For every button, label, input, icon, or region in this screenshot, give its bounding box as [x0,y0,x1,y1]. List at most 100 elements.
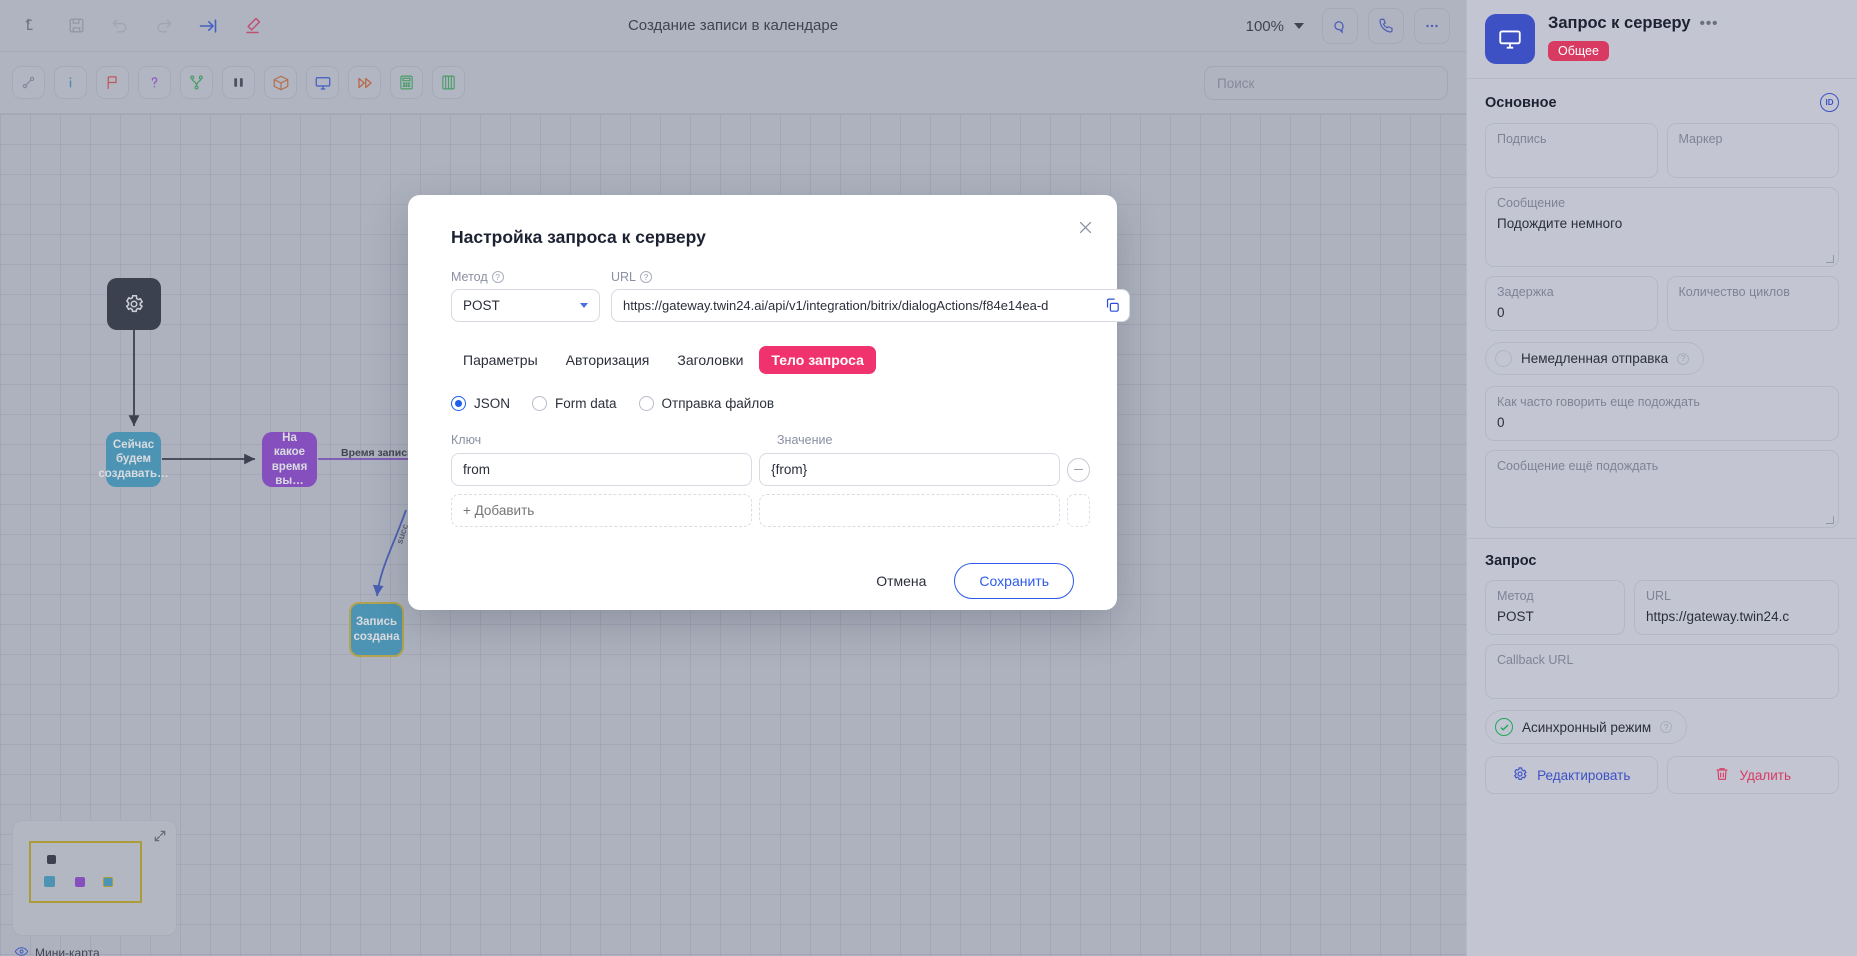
immediate-send-toggle[interactable]: Немедленная отправка ? [1485,342,1705,375]
pause-icon[interactable] [222,66,255,99]
radio-dot-icon [638,396,654,411]
top-toolbar-right: 100% [1246,0,1450,52]
eraser-icon[interactable] [238,12,266,40]
node-blue-2[interactable]: Запись создана [349,602,404,657]
help-icon[interactable]: ? [1677,352,1690,365]
flag-icon[interactable] [96,66,129,99]
calculator-icon[interactable] [390,66,423,99]
radio-file-upload[interactable]: Отправка файлов [638,396,774,411]
gear-icon [1512,766,1528,785]
tab-request-body[interactable]: Тело запроса [759,346,876,374]
minimap-toggle[interactable]: Мини-карта [14,944,100,956]
info-icon[interactable] [54,66,87,99]
node-blue-1[interactable]: Сейчас будем создавать… [98,432,169,487]
radio-json[interactable]: JSON [451,396,510,411]
branch-icon[interactable] [180,66,213,99]
minimap-node [47,855,56,864]
section-main-title-row: Основное ID [1485,93,1839,112]
body-type-radios: JSON Form data Отправка файлов [451,396,1090,411]
phone-icon[interactable] [1368,8,1404,44]
dialog-title: Настройка запроса к серверу [451,227,706,247]
expand-icon[interactable] [153,829,167,848]
arrow-to-line-icon[interactable] [194,12,222,40]
panel-header: Запрос к серверу ••• Общее [1467,0,1857,79]
signature-field[interactable]: Подпись [1485,123,1658,178]
kv-value-input[interactable] [759,453,1061,486]
async-mode-toggle[interactable]: Асинхронный режим ? [1485,710,1688,744]
save-icon[interactable] [62,12,90,40]
list-icon[interactable] [432,66,465,99]
resize-handle-icon[interactable] [1826,516,1834,524]
redo-icon[interactable] [150,12,178,40]
panel-title-row: Запрос к серверу ••• [1548,14,1718,33]
cube-icon[interactable] [264,66,297,99]
row-action-placeholder [1067,494,1091,527]
tab-parameters[interactable]: Параметры [451,346,550,374]
kv-row-new [451,494,1091,527]
marker-field[interactable]: Маркер [1666,123,1839,178]
help-icon[interactable]: ? [640,271,653,283]
delay-cycles-row: Задержка 0 Количество циклов [1485,276,1839,331]
radio-dot-selected-icon [451,396,466,411]
more-icon[interactable] [1414,8,1450,44]
cancel-button[interactable]: Отмена [862,564,940,598]
kv-add-key-input[interactable] [451,494,753,527]
resize-handle-icon[interactable] [1826,255,1834,263]
howoften-field[interactable]: Как часто говорить еще подождать 0 [1485,386,1839,441]
delay-value: 0 [1497,305,1505,320]
tab-headers[interactable]: Заголовки [665,346,755,374]
minimap[interactable] [12,820,177,936]
question-icon[interactable] [138,66,171,99]
minimap-viewport[interactable] [29,841,142,903]
message-label: Сообщение [1497,196,1566,210]
undo-icon[interactable] [106,12,134,40]
link-node-icon[interactable] [12,66,45,99]
more-icon[interactable]: ••• [1700,15,1719,32]
copy-icon[interactable] [1104,297,1121,314]
help-icon[interactable]: ? [491,271,504,283]
signature-value [1497,152,1646,169]
wait-message-field[interactable]: Сообщение ещё подождать [1485,450,1839,528]
radio-form-data[interactable]: Form data [532,396,617,411]
request-method-label: Метод [1497,589,1534,603]
tab-authorization[interactable]: Авторизация [554,346,662,374]
panel-title: Запрос к серверу [1548,14,1691,32]
save-button[interactable]: Сохранить [954,563,1074,599]
request-url-field[interactable]: URL https://gateway.twin24.c [1634,580,1839,635]
callback-url-label: Callback URL [1497,653,1574,667]
section-request: Запрос Метод POST URL https://gateway.tw… [1467,538,1857,804]
zoom-selector[interactable]: 100% [1246,18,1304,35]
cycles-value [1679,305,1828,322]
panel-actions: Редактировать Удалить [1485,756,1839,794]
url-field: URL ? [611,270,1130,322]
message-field[interactable]: Сообщение Подождите немного [1485,187,1839,267]
status-badge: Общее [1548,41,1609,61]
node-start[interactable] [107,278,161,330]
delete-button[interactable]: Удалить [1666,756,1839,794]
chat-icon[interactable] [1322,8,1358,44]
id-badge[interactable]: ID [1820,93,1839,112]
delay-field[interactable]: Задержка 0 [1485,276,1658,331]
help-icon[interactable]: ? [1660,721,1673,733]
fast-forward-icon[interactable] [348,66,381,99]
edit-button[interactable]: Редактировать [1485,756,1658,794]
node-purple-1[interactable]: На какое время вы… [262,432,317,487]
marker-value [1679,152,1828,169]
callback-url-field[interactable]: Callback URL [1485,644,1839,699]
method-select[interactable]: POST [451,289,600,322]
kv-add-value-input[interactable] [759,494,1061,527]
undo-arrow-icon[interactable] [18,12,46,40]
remove-row-icon[interactable] [1067,457,1091,482]
close-icon[interactable] [1073,215,1097,239]
cycles-field[interactable]: Количество циклов [1666,276,1839,331]
chevron-down-icon [1294,23,1304,29]
monitor-icon[interactable] [306,66,339,99]
dialog-footer: Отмена Сохранить [435,563,1074,599]
howoften-label: Как часто говорить еще подождать [1497,395,1700,409]
async-mode-label: Асинхронный режим [1522,719,1652,735]
request-method-field[interactable]: Метод POST [1485,580,1625,635]
kv-key-input[interactable] [451,453,753,486]
method-url-row: Метод ? POST URL ? [451,270,1130,322]
url-input[interactable] [611,289,1130,322]
search-input[interactable] [1204,66,1448,100]
